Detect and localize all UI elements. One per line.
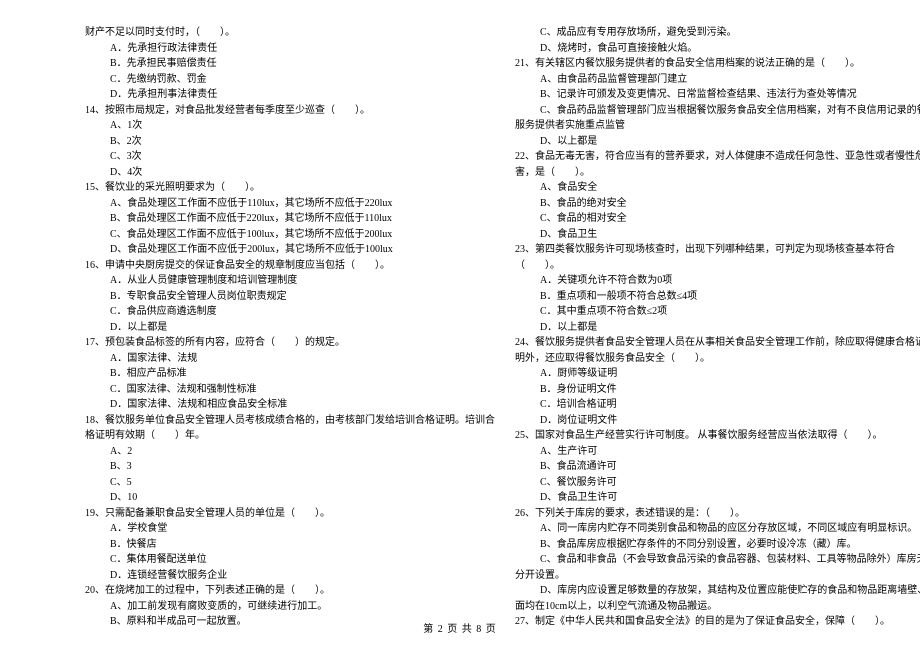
right-column: C、成品应有专用存放场所，避免受到污染。D、烧烤时，食品可直接接触火焰。21、有… <box>515 25 920 630</box>
text-line: （ ）。 <box>515 258 920 274</box>
text-line: A、食品安全 <box>515 180 920 196</box>
text-line: C、食品处理区工作面不应低于100lux，其它场所不应低于200lux <box>85 227 495 243</box>
text-line: C．其中重点项不符合数≤2项 <box>515 304 920 320</box>
text-line: B．身份证明文件 <box>515 382 920 398</box>
text-line: D．以上都是 <box>515 320 920 336</box>
text-line: A、生产许可 <box>515 444 920 460</box>
text-line: 16、申请中央厨房提交的保证食品安全的规章制度应当包括（ ）。 <box>85 258 495 274</box>
text-line: A、由食品药品监督管理部门建立 <box>515 72 920 88</box>
text-line: 害，是（ ）。 <box>515 165 920 181</box>
text-line: A、食品处理区工作面不应低于110lux，其它场所不应低于220lux <box>85 196 495 212</box>
text-line: D、4次 <box>85 165 495 181</box>
text-line: D、10 <box>85 490 495 506</box>
text-line: B．先承担民事赔偿责任 <box>85 56 495 72</box>
text-line: A．关键项允许不符合数为0项 <box>515 273 920 289</box>
text-line: D．以上都是 <box>85 320 495 336</box>
text-line: C、食品和非食品（不会导致食品污染的食品容器、包装材料、工具等物品除外）库房无需 <box>515 552 920 568</box>
text-line: B、食品流通许可 <box>515 459 920 475</box>
text-line: 22、食品无毒无害，符合应当有的营养要求，对人体健康不造成任何急性、亚急性或者慢… <box>515 149 920 165</box>
text-line: C、3次 <box>85 149 495 165</box>
text-line: 18、餐饮服务单位食品安全管理人员考核成绩合格的，由考核部门发给培训合格证明。培… <box>85 413 495 429</box>
text-line: B、食品的绝对安全 <box>515 196 920 212</box>
text-line: C、成品应有专用存放场所，避免受到污染。 <box>515 25 920 41</box>
page-container: 财产不足以同时支付时，（ ）。A．先承担行政法律责任B．先承担民事赔偿责任C．先… <box>0 0 920 660</box>
text-line: B、食品处理区工作面不应低于220lux，其它场所不应低于110lux <box>85 211 495 227</box>
text-line: 15、餐饮业的采光照明要求为（ ）。 <box>85 180 495 196</box>
text-line: 26、下列关于库房的要求，表述错误的是：（ ）。 <box>515 506 920 522</box>
text-line: A、1次 <box>85 118 495 134</box>
text-line: C、餐饮服务许可 <box>515 475 920 491</box>
text-line: B．重点项和一般项不符合总数≤4项 <box>515 289 920 305</box>
text-line: A、同一库房内贮存不同类别食品和物品的应区分存放区域，不同区域应有明显标识。 <box>515 521 920 537</box>
text-line: D．先承担刑事法律责任 <box>85 87 495 103</box>
text-line: D．岗位证明文件 <box>515 413 920 429</box>
text-line: A．先承担行政法律责任 <box>85 41 495 57</box>
text-line: 分开设置。 <box>515 568 920 584</box>
text-line: C、5 <box>85 475 495 491</box>
text-line: 格证明有效期（ ）年。 <box>85 428 495 444</box>
text-line: C．集体用餐配送单位 <box>85 552 495 568</box>
text-line: B、3 <box>85 459 495 475</box>
text-line: 25、国家对食品生产经营实行许可制度。 从事餐饮服务经营应当依法取得（ ）。 <box>515 428 920 444</box>
page-footer: 第 2 页 共 8 页 <box>0 620 920 635</box>
text-line: A．从业人员健康管理制度和培训管理制度 <box>85 273 495 289</box>
text-line: B．快餐店 <box>85 537 495 553</box>
text-line: D、食品处理区工作面不应低于200lux，其它场所不应低于100lux <box>85 242 495 258</box>
text-line: D、食品卫生 <box>515 227 920 243</box>
text-line: D．国家法律、法规和相应食品安全标准 <box>85 397 495 413</box>
text-line: A．厨师等级证明 <box>515 366 920 382</box>
text-line: D、食品卫生许可 <box>515 490 920 506</box>
text-line: 14、按照市局规定，对食品批发经营者每季度至少巡查（ ）。 <box>85 103 495 119</box>
text-line: 19、只需配备兼职食品安全管理人员的单位是（ ）。 <box>85 506 495 522</box>
text-line: B、记录许可颁发及变更情况、日常监督检查结果、违法行为查处等情况 <box>515 87 920 103</box>
text-line: D．连锁经营餐饮服务企业 <box>85 568 495 584</box>
text-line: 财产不足以同时支付时，（ ）。 <box>85 25 495 41</box>
left-column: 财产不足以同时支付时，（ ）。A．先承担行政法律责任B．先承担民事赔偿责任C．先… <box>85 25 495 630</box>
text-line: D、库房内应设置足够数量的存放架，其结构及位置应能使贮存的食品和物品距离墙壁、地 <box>515 583 920 599</box>
text-line: B、食品库房应根据贮存条件的不同分别设置，必要时设冷冻（藏）库。 <box>515 537 920 553</box>
text-line: C．培训合格证明 <box>515 397 920 413</box>
text-line: B、2次 <box>85 134 495 150</box>
text-line: C．国家法律、法规和强制性标准 <box>85 382 495 398</box>
text-line: D、以上都是 <box>515 134 920 150</box>
text-line: 面均在10cm以上，以利空气流通及物品搬运。 <box>515 599 920 615</box>
text-line: A．学校食堂 <box>85 521 495 537</box>
text-line: 20、在烧烤加工的过程中，下列表述正确的是（ ）。 <box>85 583 495 599</box>
text-line: B．相应产品标准 <box>85 366 495 382</box>
text-line: 24、餐饮服务提供者食品安全管理人员在从事相关食品安全管理工作前，除应取得健康合… <box>515 335 920 351</box>
text-line: A．国家法律、法规 <box>85 351 495 367</box>
text-line: C、食品的相对安全 <box>515 211 920 227</box>
text-line: C．食品供应商遴选制度 <box>85 304 495 320</box>
text-line: 23、第四类餐饮服务许可现场核查时，出现下列哪种结果，可判定为现场核查基本符合 <box>515 242 920 258</box>
text-line: D、烧烤时，食品可直接接触火焰。 <box>515 41 920 57</box>
text-line: C．先缴纳罚款、罚金 <box>85 72 495 88</box>
text-line: 明外，还应取得餐饮服务食品安全（ ）。 <box>515 351 920 367</box>
text-line: 21、有关辖区内餐饮服务提供者的食品安全信用档案的说法正确的是（ ）。 <box>515 56 920 72</box>
text-line: A、2 <box>85 444 495 460</box>
text-line: A、加工前发现有腐败变质的，可继续进行加工。 <box>85 599 495 615</box>
text-line: 服务提供者实施重点监管 <box>515 118 920 134</box>
text-line: C、食品药品监督管理部门应当根据餐饮服务食品安全信用档案，对有不良信用记录的餐饮 <box>515 103 920 119</box>
text-line: B．专职食品安全管理人员岗位职责规定 <box>85 289 495 305</box>
text-line: 17、预包装食品标签的所有内容，应符合（ ）的规定。 <box>85 335 495 351</box>
